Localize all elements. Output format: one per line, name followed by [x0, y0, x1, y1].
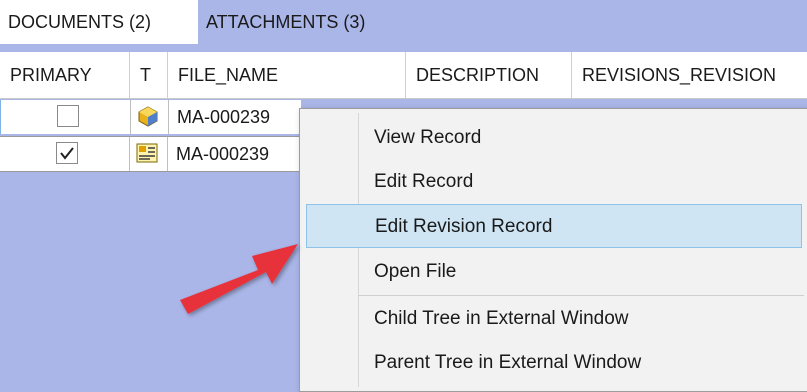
- column-header-primary[interactable]: PRIMARY: [0, 52, 130, 98]
- table-row[interactable]: MA-000239: [0, 100, 301, 134]
- column-header-file-name[interactable]: FILE_NAME: [168, 52, 406, 98]
- drawing-icon: [136, 142, 158, 164]
- primary-cell: [0, 137, 130, 171]
- primary-checkbox[interactable]: [57, 105, 79, 127]
- column-header-type[interactable]: T: [130, 52, 168, 98]
- menu-item-open-file[interactable]: Open File: [300, 250, 807, 294]
- primary-cell: [1, 100, 131, 134]
- red-arrow-icon: [180, 244, 298, 314]
- table-row[interactable]: MA-000239: [0, 136, 300, 172]
- 3d-part-icon: [137, 105, 159, 127]
- menu-item-edit-revision-record[interactable]: Edit Revision Record: [306, 204, 802, 248]
- menu-item-view-record[interactable]: View Record: [300, 116, 807, 160]
- menu-separator: [358, 295, 804, 296]
- tab-documents[interactable]: DOCUMENTS (2): [0, 0, 198, 44]
- file-name: MA-000239: [176, 144, 270, 164]
- menu-item-edit-record[interactable]: Edit Record: [300, 160, 807, 204]
- tab-attachments[interactable]: ATTACHMENTS (3): [198, 0, 408, 44]
- menu-item-parent-tree-external[interactable]: Parent Tree in External Window: [300, 341, 807, 385]
- primary-checkbox[interactable]: [56, 142, 78, 164]
- column-header-description[interactable]: DESCRIPTION: [406, 52, 572, 98]
- context-menu: View Record Edit Record Edit Revision Re…: [299, 108, 807, 392]
- menu-item-child-tree-external[interactable]: Child Tree in External Window: [300, 297, 807, 341]
- file-name: MA-000239: [177, 107, 271, 127]
- grid-header: PRIMARY T FILE_NAME DESCRIPTION REVISION…: [0, 52, 807, 99]
- tab-bar: DOCUMENTS (2) ATTACHMENTS (3): [0, 0, 807, 44]
- checkmark-icon: [60, 147, 74, 160]
- column-header-revisions-revision[interactable]: REVISIONS_REVISION: [572, 52, 807, 98]
